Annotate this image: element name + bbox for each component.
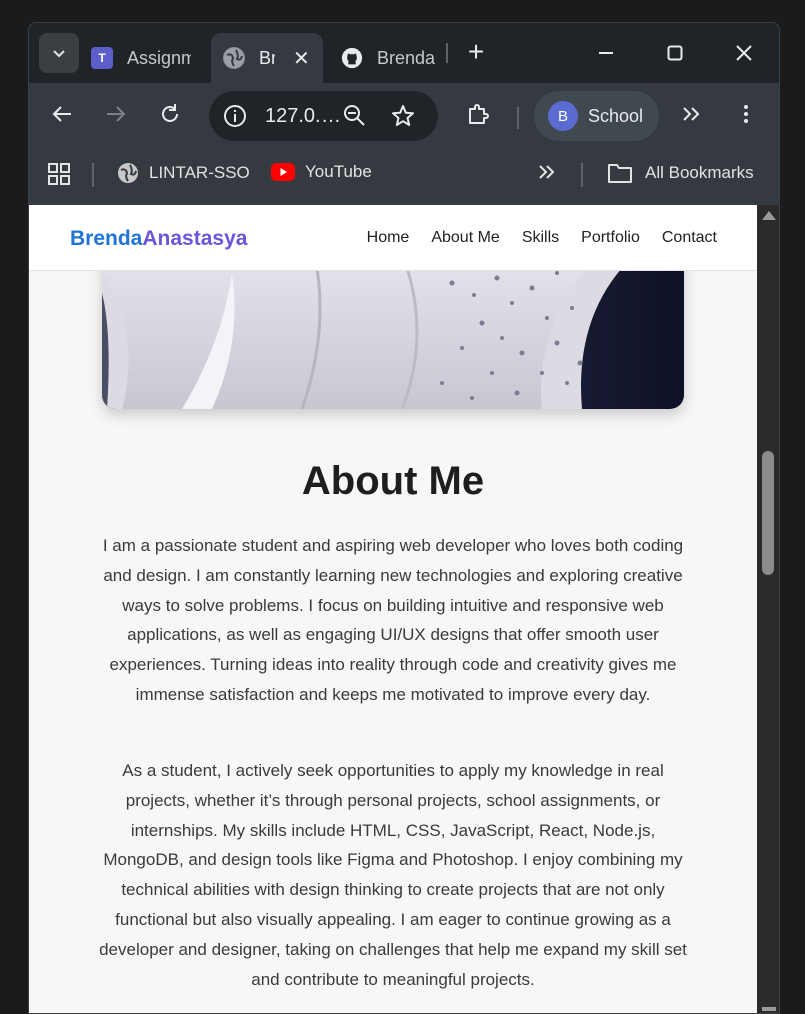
tab-title: BrendaAnastasya [259,47,275,68]
scroll-down-arrow[interactable] [762,1007,776,1011]
site-logo[interactable]: BrendaAnastasya [70,227,247,251]
about-paragraph-2: As a student, I actively seek opportunit… [99,761,687,989]
browser-window: T Assignments BrendaAnastasya ✕ Brenda + [28,22,780,1014]
chevron-down-icon [53,50,65,58]
bookmarks-bar: LINTAR-SSO YouTube All Bookmarks [29,145,779,205]
tab-separator [446,43,448,63]
address-bar[interactable]: 127.0.0.1 … [209,91,438,141]
bookmark-lintar-sso[interactable]: LINTAR-SSO [117,162,250,184]
site-navbar: BrendaAnastasya Home About Me Skills Por… [29,205,757,271]
url-ellipsis: … [321,105,341,127]
maximize-icon [667,45,683,61]
more-bookmarks-button[interactable] [537,162,557,182]
nav-skills[interactable]: Skills [522,229,559,247]
close-tab-icon[interactable]: ✕ [293,46,310,71]
logo-first-name: Brenda [70,227,143,250]
scrollbar-thumb[interactable] [762,451,774,575]
kebab-menu-icon [744,105,748,123]
more-toolbar-button[interactable] [675,97,709,131]
nav-links: Home About Me Skills Portfolio Contact [345,229,717,247]
bookmark-separator [581,163,583,187]
arrow-right-icon [107,106,126,122]
all-bookmarks-label: All Bookmarks [645,163,754,182]
puzzle-icon [469,104,489,124]
reload-icon [162,104,178,122]
bookmark-youtube[interactable]: YouTube [271,162,372,182]
youtube-icon [271,163,295,181]
reload-button[interactable] [153,97,187,131]
about-paragraph-1: I am a passionate student and aspiring w… [102,536,684,704]
nav-portfolio[interactable]: Portfolio [581,229,640,247]
page-scrollbar[interactable] [757,205,779,1013]
bookmark-label: LINTAR-SSO [149,163,250,182]
double-chevron-right-icon [683,107,700,121]
tab-github[interactable]: Brenda [341,33,441,83]
apps-button[interactable] [47,162,71,186]
browser-toolbar: 127.0.0.1 … B School [29,83,779,145]
tab-active[interactable]: BrendaAnastasya ✕ [211,33,323,83]
new-tab-button[interactable]: + [461,37,491,67]
grid-icon [48,163,70,185]
zoom-icon[interactable] [343,104,367,133]
minimize-button[interactable] [586,35,626,71]
about-title: About Me [301,459,485,503]
tab-title: Brenda [377,47,436,68]
toolbar-separator [517,107,519,129]
forward-button[interactable] [99,97,133,131]
profile-button[interactable]: B School [534,91,659,141]
nav-contact[interactable]: Contact [662,229,717,247]
profile-name: School [588,105,644,126]
extensions-button[interactable] [462,97,496,131]
arrow-left-icon [52,106,71,122]
nav-about-me[interactable]: About Me [431,229,499,247]
scroll-up-arrow[interactable] [762,211,776,220]
nav-home[interactable]: Home [367,229,410,247]
globe-icon [118,163,138,183]
avatar: B [548,101,578,131]
tab-strip: T Assignments BrendaAnastasya ✕ Brenda + [29,23,779,83]
back-button[interactable] [45,97,79,131]
minimize-icon [599,52,613,54]
page-viewport: BrendaAnastasya Home About Me Skills Por… [29,205,757,1013]
github-icon [341,47,363,69]
logo-last-name: Anastasya [142,227,248,250]
globe-icon [223,47,245,69]
maximize-button[interactable] [655,35,695,71]
tab-assignments[interactable]: T Assignments [91,33,191,83]
site-info-icon[interactable] [223,104,247,133]
bookmark-label: YouTube [305,162,372,181]
star-icon[interactable] [391,104,415,133]
menu-button[interactable] [729,97,763,131]
tab-search-button[interactable] [39,33,79,73]
folder-icon [608,164,632,183]
double-chevron-right-icon [539,165,555,179]
bookmark-separator [92,163,94,187]
tab-title: Assignments [127,47,191,68]
url-text[interactable]: 127.0.0.1 [265,105,321,128]
teams-icon: T [91,47,113,69]
all-bookmarks-button[interactable]: All Bookmarks [607,162,754,184]
close-icon [736,45,752,61]
close-window-button[interactable] [724,35,764,71]
